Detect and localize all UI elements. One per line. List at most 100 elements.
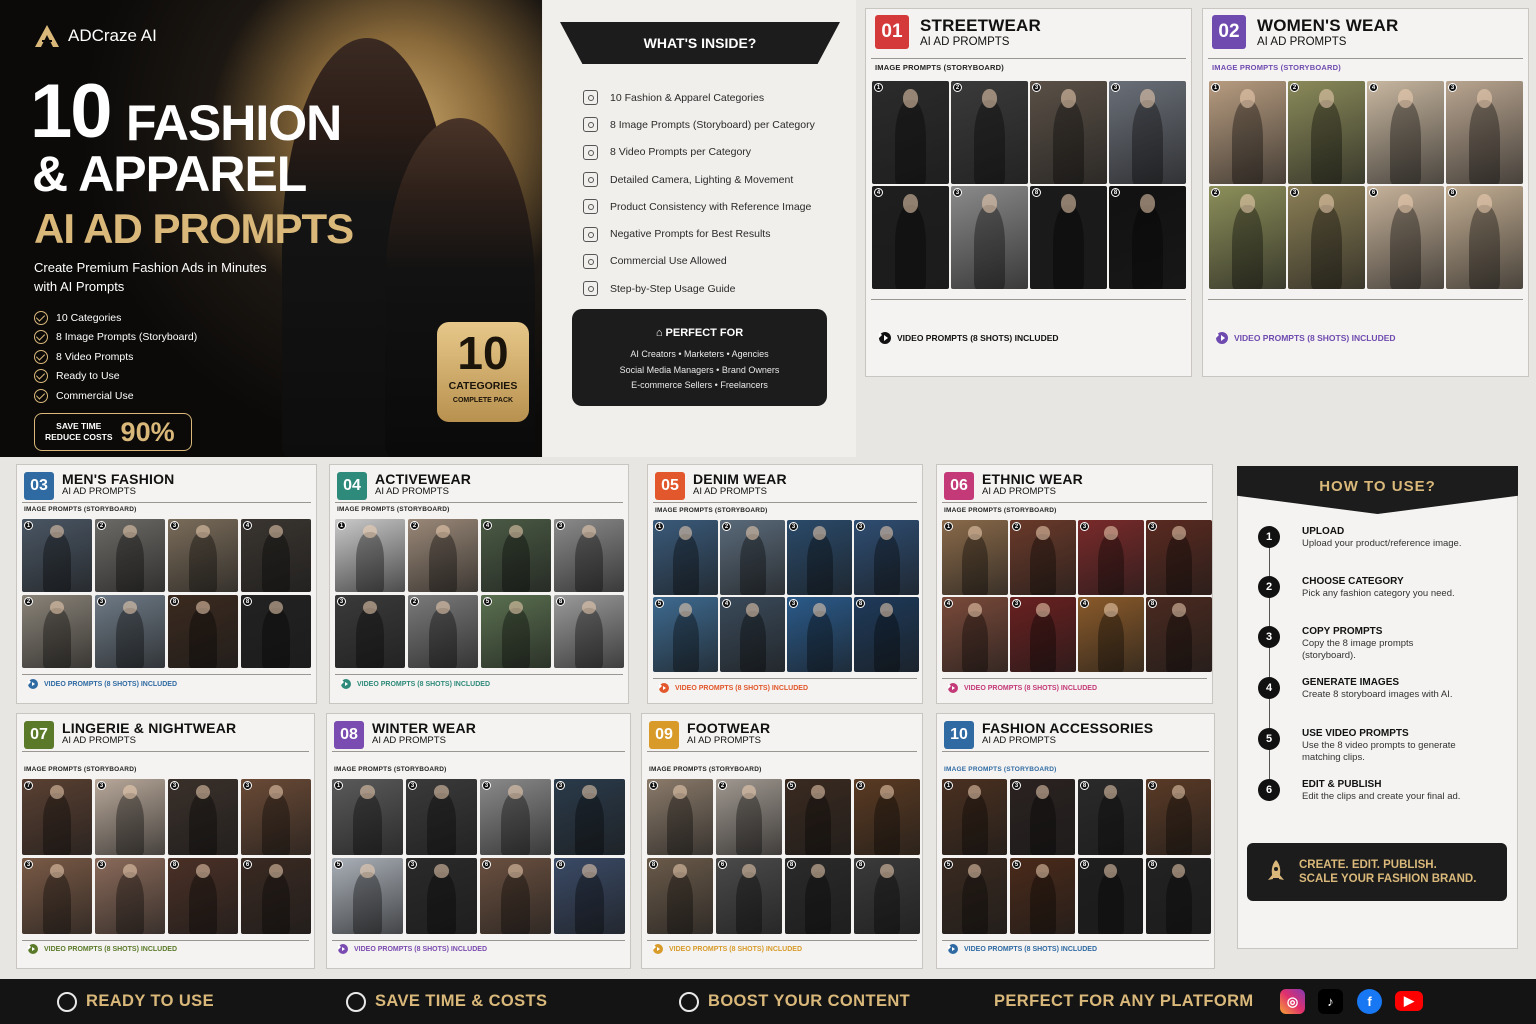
storyboard-image[interactable]: 8: [1446, 186, 1523, 289]
image-subject: [1469, 204, 1500, 289]
storyboard-image[interactable]: 4: [942, 597, 1008, 672]
storyboard-image[interactable]: 2: [408, 519, 478, 592]
storyboard-image[interactable]: 7: [22, 779, 92, 855]
storyboard-image[interactable]: 8: [1078, 858, 1143, 934]
storyboard-image[interactable]: 3: [854, 779, 920, 855]
storyboard-image[interactable]: 2: [95, 519, 165, 592]
image-subject-head: [1397, 89, 1414, 108]
storyboard-image[interactable]: 8: [168, 595, 238, 668]
storyboard-image[interactable]: 5: [653, 597, 718, 672]
storyboard-image[interactable]: 3: [854, 520, 919, 595]
storyboard-image[interactable]: 5: [942, 858, 1007, 934]
storyboard-image[interactable]: 3: [241, 779, 311, 855]
storyboard-image[interactable]: 3: [951, 186, 1028, 289]
storyboard-image[interactable]: 8: [168, 858, 238, 934]
storyboard-image[interactable]: 3: [554, 519, 624, 592]
storyboard-image[interactable]: 8: [1030, 186, 1107, 289]
storyboard-image[interactable]: 3: [168, 519, 238, 592]
storyboard-image[interactable]: 3: [95, 779, 165, 855]
storyboard-image[interactable]: 8: [554, 858, 625, 934]
storyboard-image[interactable]: 5: [481, 595, 551, 668]
storyboard-image[interactable]: 3: [168, 779, 238, 855]
storyboard-image[interactable]: 3: [1078, 520, 1144, 595]
storyboard-image[interactable]: 3: [787, 520, 852, 595]
storyboard-image[interactable]: 6: [1367, 186, 1444, 289]
shot-number: 5: [655, 599, 664, 608]
play-icon: [341, 679, 351, 689]
shot-number: 7: [24, 781, 33, 790]
image-prompts-label: IMAGE PROMPTS (STORYBOARD): [655, 507, 768, 514]
storyboard-image[interactable]: 3: [480, 779, 551, 855]
image-subject: [427, 871, 456, 934]
storyboard-image[interactable]: 3: [95, 858, 165, 934]
storyboard-image[interactable]: 8: [854, 597, 919, 672]
storyboard-image[interactable]: 1: [647, 779, 713, 855]
youtube-icon[interactable]: ▶: [1395, 991, 1423, 1011]
storyboard-image[interactable]: 3: [95, 595, 165, 668]
storyboard-image[interactable]: 4: [720, 597, 785, 672]
storyboard-image[interactable]: 3: [406, 779, 477, 855]
storyboard-image[interactable]: 1: [332, 779, 403, 855]
tiktok-icon[interactable]: ♪: [1318, 989, 1343, 1014]
storyboard-grid: 1 3 3 3 5 3 6 8: [332, 779, 625, 934]
storyboard-image[interactable]: 3: [787, 597, 852, 672]
storyboard-image[interactable]: 1: [1209, 81, 1286, 184]
storyboard-image[interactable]: 4: [481, 519, 551, 592]
storyboard-image[interactable]: 3: [1146, 520, 1212, 595]
storyboard-image[interactable]: 8: [1109, 186, 1186, 289]
storyboard-image[interactable]: 3: [1146, 779, 1211, 855]
category-subtitle: AI AD PROMPTS: [982, 486, 1056, 497]
storyboard-image[interactable]: 6: [716, 858, 782, 934]
storyboard-image[interactable]: 3: [406, 858, 477, 934]
storyboard-image[interactable]: 3: [1109, 81, 1186, 184]
storyboard-image[interactable]: 1: [335, 519, 405, 592]
storyboard-image[interactable]: 3: [1030, 81, 1107, 184]
storyboard-image[interactable]: 3: [335, 595, 405, 668]
storyboard-image[interactable]: 4: [1078, 597, 1144, 672]
storyboard-image[interactable]: 1: [653, 520, 718, 595]
storyboard-image[interactable]: 1: [942, 779, 1007, 855]
storyboard-image[interactable]: 1: [872, 81, 949, 184]
storyboard-image[interactable]: 8: [785, 858, 851, 934]
storyboard-image[interactable]: 1: [22, 519, 92, 592]
storyboard-image[interactable]: 5: [1010, 858, 1075, 934]
storyboard-image[interactable]: 6: [241, 858, 311, 934]
storyboard-image[interactable]: 3: [1010, 779, 1075, 855]
storyboard-image[interactable]: 8: [854, 858, 920, 934]
storyboard-image[interactable]: 5: [785, 779, 851, 855]
feature-list: 10 Fashion & Apparel Categories 8 Image …: [583, 84, 815, 302]
storyboard-image[interactable]: 8: [554, 595, 624, 668]
storyboard-image[interactable]: 8: [1146, 858, 1211, 934]
shot-number: 1: [337, 521, 346, 530]
shot-number: 3: [482, 781, 491, 790]
storyboard-image[interactable]: 3: [1446, 81, 1523, 184]
instagram-icon[interactable]: ◎: [1280, 989, 1305, 1014]
storyboard-image[interactable]: 2: [716, 779, 782, 855]
storyboard-image[interactable]: 2: [22, 595, 92, 668]
storyboard-image[interactable]: 1: [942, 520, 1008, 595]
storyboard-image[interactable]: 4: [872, 186, 949, 289]
storyboard-image[interactable]: 8: [241, 595, 311, 668]
shot-number: 8: [1080, 860, 1089, 869]
storyboard-image[interactable]: 3: [1288, 186, 1365, 289]
storyboard-image[interactable]: 3: [554, 779, 625, 855]
storyboard-image[interactable]: 2: [951, 81, 1028, 184]
card-divider: [647, 940, 917, 941]
storyboard-image[interactable]: 5: [332, 858, 403, 934]
storyboard-image[interactable]: 4: [241, 519, 311, 592]
facebook-icon[interactable]: f: [1357, 989, 1382, 1014]
image-subject-head: [679, 603, 692, 617]
storyboard-image[interactable]: 3: [22, 858, 92, 934]
storyboard-image[interactable]: 2: [408, 595, 478, 668]
storyboard-image[interactable]: 2: [1209, 186, 1286, 289]
storyboard-image[interactable]: 4: [1367, 81, 1444, 184]
storyboard-image[interactable]: 8: [1078, 779, 1143, 855]
check-icon: [34, 310, 48, 325]
storyboard-image[interactable]: 2: [720, 520, 785, 595]
storyboard-image[interactable]: 2: [1010, 520, 1076, 595]
storyboard-image[interactable]: 2: [1288, 81, 1365, 184]
storyboard-image[interactable]: 3: [1010, 597, 1076, 672]
storyboard-image[interactable]: 8: [647, 858, 713, 934]
storyboard-image[interactable]: 6: [480, 858, 551, 934]
storyboard-image[interactable]: 8: [1146, 597, 1212, 672]
